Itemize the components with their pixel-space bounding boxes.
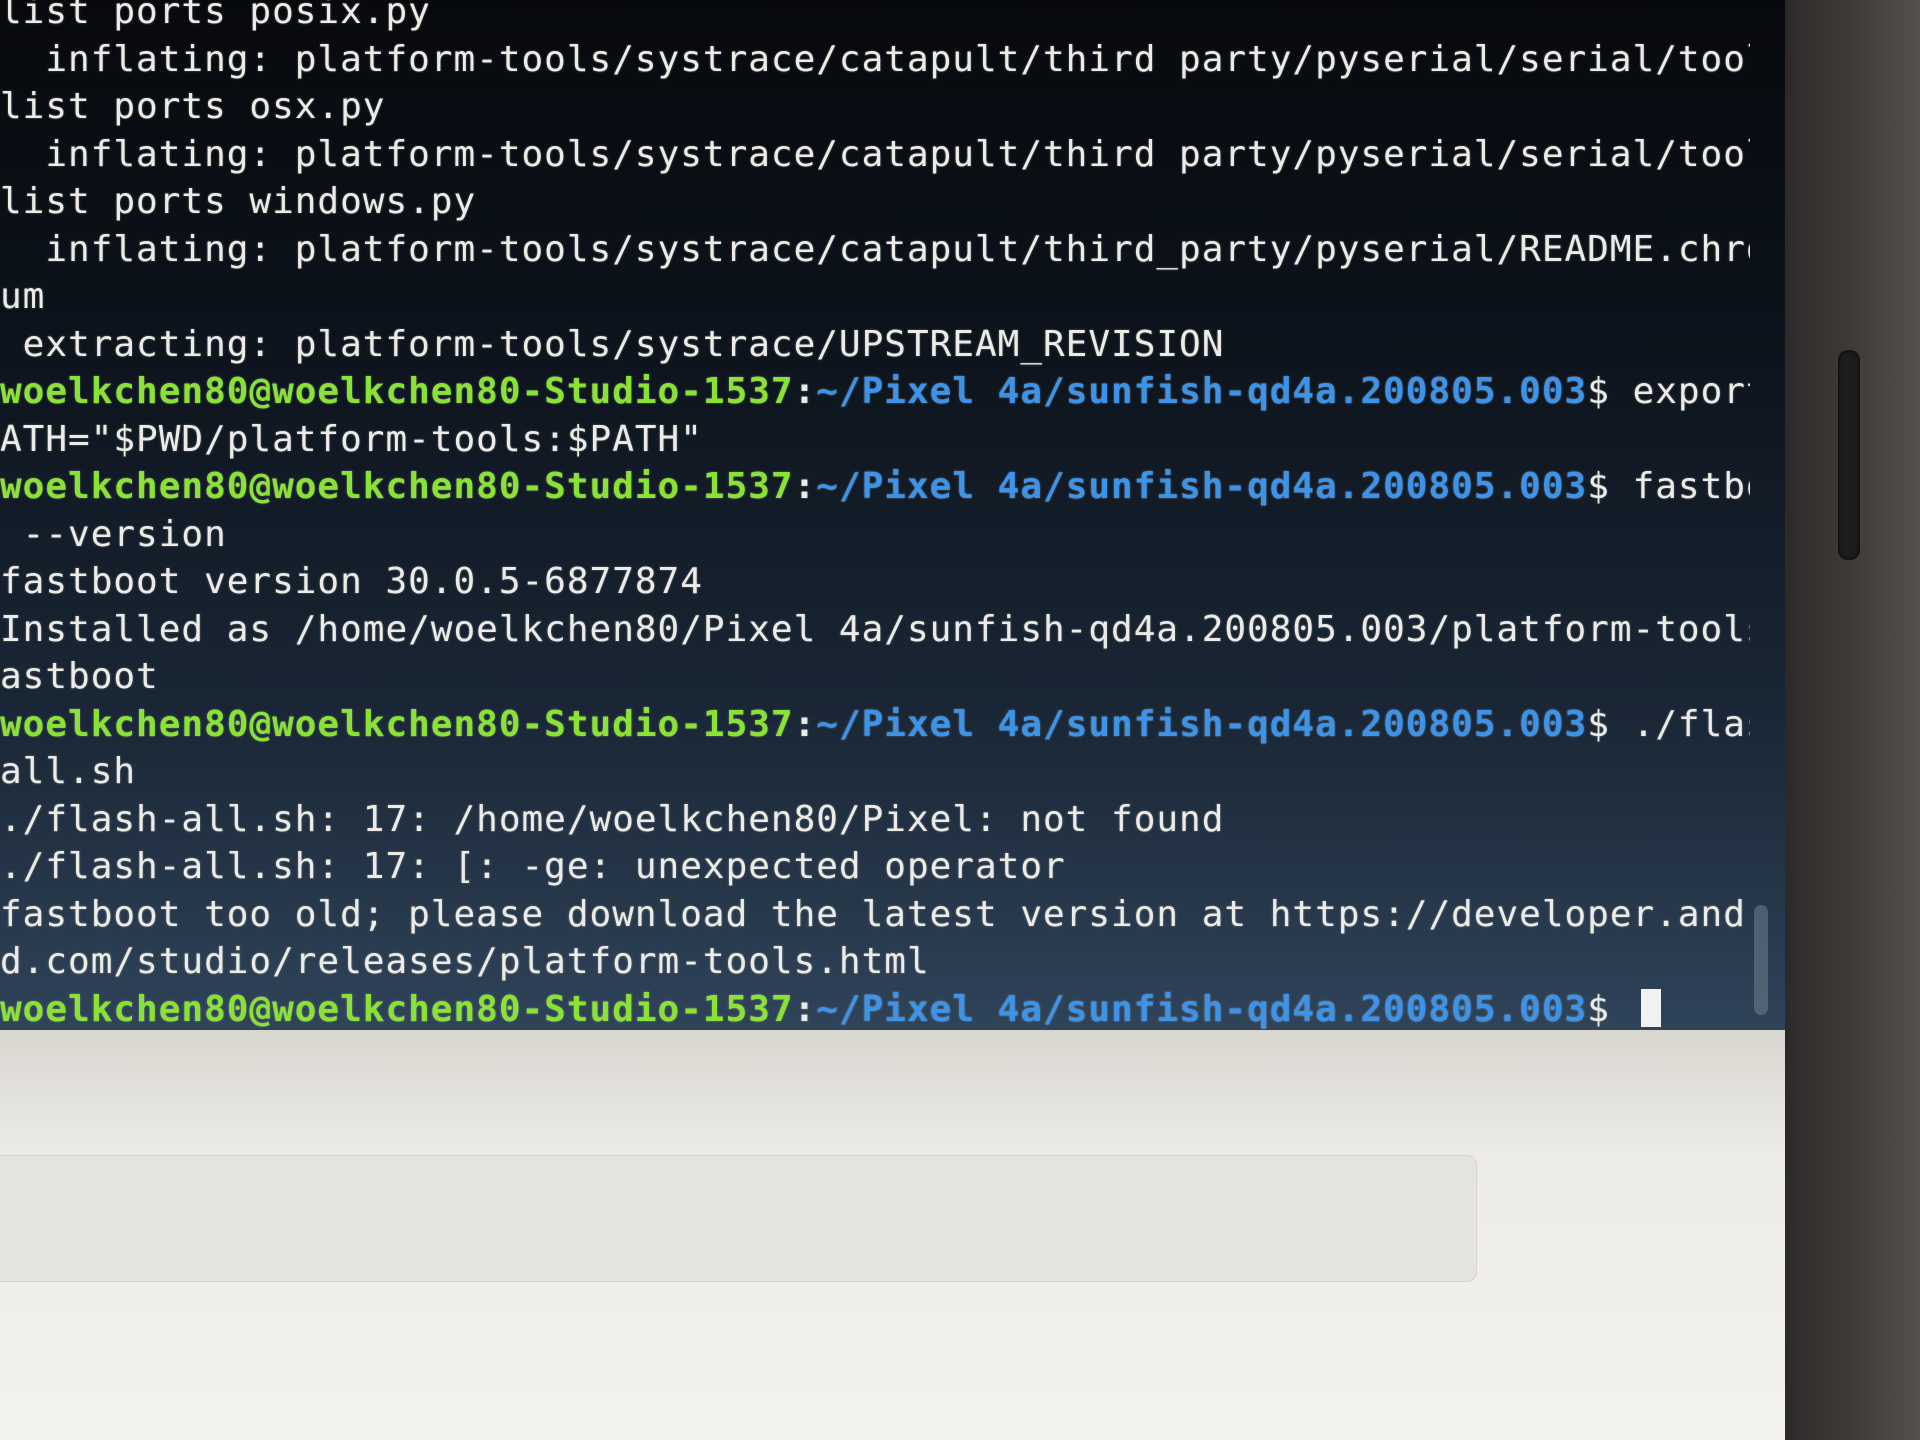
photo-scene: list ports posix.py inflating: platform-… xyxy=(0,0,1920,1440)
bezel-hinge xyxy=(1838,350,1860,560)
prompt-path: ~/Pixel 4a/sunfish-qd4a.200805.003 xyxy=(816,988,1588,1030)
command-text: fastboot xyxy=(1632,466,1750,507)
laptop-bezel xyxy=(1785,0,1920,1440)
prompt-separator: : xyxy=(793,371,817,412)
prompt-dollar: $ xyxy=(1587,371,1633,412)
terminal-output-line: --version xyxy=(0,513,227,555)
laptop-screen: list ports posix.py inflating: platform-… xyxy=(0,0,1790,1440)
terminal-output-line: extracting: platform-tools/systrace/UPST… xyxy=(0,323,1225,365)
prompt-separator: : xyxy=(793,703,817,745)
prompt-user-host: woelkchen80@woelkchen80-Studio-1537 xyxy=(0,703,794,745)
terminal-output-line: inflating: platform-tools/systrace/catap… xyxy=(0,133,1750,175)
terminal-output-line: list ports posix.py xyxy=(0,0,431,32)
terminal-output-line: d.com/studio/releases/platform-tools.htm… xyxy=(0,941,930,982)
terminal-output-line: fastboot too old; please download the la… xyxy=(0,893,1750,935)
terminal-window[interactable]: list ports posix.py inflating: platform-… xyxy=(0,0,1790,1030)
terminal-output-line: ATH="$PWD/platform-tools:$PATH" xyxy=(0,418,703,460)
command-text: ./flash- xyxy=(1632,703,1750,745)
background-window xyxy=(0,1030,1790,1440)
terminal-output-line: um xyxy=(0,276,46,317)
prompt-path: ~/Pixel 4a/sunfish-qd4a.200805.003 xyxy=(816,466,1588,507)
terminal-prompt-line: woelkchen80@woelkchen80-Studio-1537:~/Pi… xyxy=(0,463,1750,511)
prompt-user-host: woelkchen80@woelkchen80-Studio-1537 xyxy=(0,466,794,507)
background-input-field[interactable] xyxy=(0,1155,1477,1282)
prompt-dollar: $ xyxy=(1587,988,1633,1030)
terminal-output-line: fastboot version 30.0.5-6877874 xyxy=(0,561,703,602)
terminal-output-line: inflating: platform-tools/systrace/catap… xyxy=(0,38,1750,80)
terminal-prompt-line: woelkchen80@woelkchen80-Studio-1537:~/Pi… xyxy=(0,701,1750,749)
terminal-prompt-line: woelkchen80@woelkchen80-Studio-1537:~/Pi… xyxy=(0,368,1750,416)
prompt-path: ~/Pixel 4a/sunfish-qd4a.200805.003 xyxy=(816,703,1588,745)
command-text: export P xyxy=(1632,371,1750,412)
terminal-output-line: all.sh xyxy=(0,751,137,792)
terminal-output-line: ./flash-all.sh: 17: /home/woelkchen80/Pi… xyxy=(0,798,1225,840)
prompt-separator: : xyxy=(793,988,817,1030)
terminal-output-line: list ports osx.py xyxy=(0,86,386,127)
prompt-dollar: $ xyxy=(1587,466,1633,507)
terminal-output-line: list ports windows.py xyxy=(0,181,477,222)
terminal-output-line: astboot xyxy=(0,656,159,697)
terminal-output-line: inflating: platform-tools/systrace/catap… xyxy=(0,228,1750,270)
terminal-scrollbar[interactable] xyxy=(1754,905,1768,1015)
prompt-path: ~/Pixel 4a/sunfish-qd4a.200805.003 xyxy=(816,371,1588,412)
terminal-output-line: Installed as /home/woelkchen80/Pixel 4a/… xyxy=(0,608,1750,650)
prompt-dollar: $ xyxy=(1587,703,1633,745)
prompt-user-host: woelkchen80@woelkchen80-Studio-1537 xyxy=(0,371,794,412)
terminal-output-line: ./flash-all.sh: 17: [: -ge: unexpected o… xyxy=(0,846,1066,887)
terminal-output: list ports posix.py inflating: platform-… xyxy=(0,0,1750,1030)
terminal-cursor[interactable] xyxy=(1640,988,1661,1027)
terminal-prompt-line: woelkchen80@woelkchen80-Studio-1537:~/Pi… xyxy=(0,986,1750,1031)
prompt-user-host: woelkchen80@woelkchen80-Studio-1537 xyxy=(0,988,794,1030)
prompt-separator: : xyxy=(793,466,817,507)
